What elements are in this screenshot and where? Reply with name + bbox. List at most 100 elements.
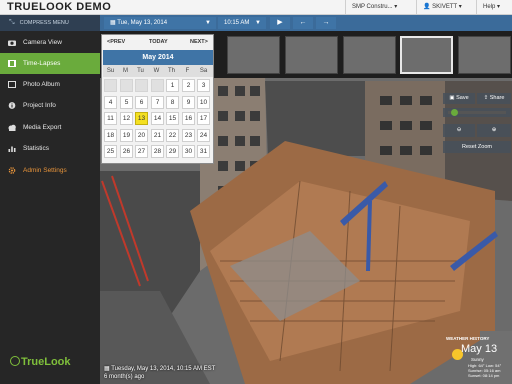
calendar-day[interactable]: 7 — [151, 96, 164, 109]
next-month-button[interactable]: NEXT> — [190, 39, 208, 45]
calendar-day[interactable]: 15 — [166, 112, 179, 125]
thumbnail[interactable] — [343, 36, 396, 74]
zoom-slider[interactable] — [443, 108, 511, 117]
calendar-nav: <PREV TODAY NEXT> — [102, 35, 213, 48]
time-value: 10:15 AM — [224, 20, 250, 26]
zoom-in-button[interactable]: ⊕ — [477, 124, 511, 137]
calendar-empty-cell — [135, 79, 148, 92]
app-title: TRUELOOK DEMO — [7, 1, 112, 13]
cloud-icon — [8, 124, 16, 131]
calendar-day[interactable]: 26 — [120, 145, 133, 158]
date-picker-popup: <PREV TODAY NEXT> May 2014 Su M Tu W Th … — [101, 34, 214, 164]
camera-icon — [8, 40, 16, 46]
today-button[interactable]: TODAY — [149, 39, 168, 45]
calendar-day[interactable]: 9 — [182, 96, 195, 109]
weather-condition: Sunny — [471, 357, 484, 362]
calendar-day[interactable]: 6 — [135, 96, 148, 109]
save-button[interactable]: ▣ Save — [443, 93, 475, 104]
calendar-day[interactable]: 8 — [166, 96, 179, 109]
calendar-day[interactable]: 21 — [151, 129, 164, 142]
calendar-icon: ▦ — [104, 366, 110, 372]
user-icon: 👤 — [423, 4, 431, 10]
prev-month-button[interactable]: <PREV — [107, 39, 125, 45]
info-icon — [8, 102, 16, 109]
calendar-day[interactable]: 10 — [197, 96, 210, 109]
previous-image-button[interactable]: ← — [293, 17, 313, 29]
arrow-right-icon: → — [322, 19, 330, 26]
calendar-day[interactable]: 17 — [197, 112, 210, 125]
weekday-label: F — [185, 68, 190, 74]
calendar-day[interactable]: 29 — [166, 145, 179, 158]
timestamp-line: ▦ Tuesday, May 13, 2014, 10:15 AM EST — [104, 366, 215, 374]
user-dropdown[interactable]: 👤 SKIVETT ▾ — [416, 0, 476, 15]
zoom-out-button[interactable]: ⊖ — [443, 124, 475, 137]
calendar-day[interactable]: 16 — [182, 112, 195, 125]
share-button[interactable]: ⇪ Share — [477, 93, 511, 104]
play-button[interactable]: ▶ — [270, 17, 290, 29]
weather-date: May 13 — [461, 343, 498, 355]
sidebar-item-label: Media Export — [23, 124, 62, 131]
calendar-day[interactable]: 1 — [166, 79, 179, 92]
sidebar-item-label: Statistics — [23, 145, 50, 152]
calendar-day[interactable]: 5 — [120, 96, 133, 109]
weekday-label: Th — [167, 68, 175, 74]
calendar-day-selected[interactable]: 13 — [135, 112, 148, 125]
calendar-day[interactable]: 28 — [151, 145, 164, 158]
sidebar-item-label: Admin Settings — [23, 167, 67, 174]
calendar-day[interactable]: 23 — [182, 129, 195, 142]
zoom-out-icon: ⊖ — [456, 127, 462, 133]
time-select[interactable]: 10:15 AM ▼ — [218, 17, 266, 29]
calendar-day[interactable]: 30 — [182, 145, 195, 158]
sidebar-item-admin-settings[interactable]: Admin Settings — [0, 160, 100, 181]
calendar-day[interactable]: 14 — [151, 112, 164, 125]
sidebar-item-label: Project Info — [23, 102, 56, 109]
top-right-menu: SMP Constru... ▾ 👤 SKIVETT ▾ Help ▾ — [345, 0, 512, 15]
calendar-month-title: May 2014 — [103, 50, 213, 65]
chevron-down-icon: ▾ — [394, 4, 398, 10]
calendar-day[interactable]: 27 — [135, 145, 148, 158]
calendar-day[interactable]: 19 — [120, 129, 133, 142]
calendar-day[interactable]: 4 — [104, 96, 117, 109]
calendar-day[interactable]: 3 — [197, 79, 210, 92]
thumbnail[interactable] — [285, 36, 338, 74]
date-select[interactable]: ▦ Tue, May 13, 2014 ▼ — [104, 17, 216, 29]
reset-zoom-button[interactable]: Reset Zoom — [443, 141, 511, 153]
sidebar-item-statistics[interactable]: Statistics — [0, 138, 100, 159]
chevron-down-icon: ▾ — [497, 4, 501, 10]
zoom-in-icon: ⊕ — [491, 127, 497, 133]
calendar-day[interactable]: 20 — [135, 129, 148, 142]
sidebar-item-project-info[interactable]: Project Info — [0, 95, 100, 116]
weekday-label: M — [123, 68, 128, 74]
sidebar-item-media-export[interactable]: Media Export — [0, 117, 100, 138]
calendar-day[interactable]: 22 — [166, 129, 179, 142]
chevron-down-icon: ▾ — [458, 4, 462, 10]
collapse-icon: ⤡ — [9, 19, 15, 26]
calendar-day[interactable]: 31 — [197, 145, 210, 158]
project-dropdown[interactable]: SMP Constru... ▾ — [345, 0, 416, 15]
zoom-slider-handle[interactable] — [451, 109, 458, 116]
calendar-day[interactable]: 12 — [120, 112, 133, 125]
toolbar: ⤡ COMPRESS MENU ▦ Tue, May 13, 2014 ▼ 10:1… — [0, 15, 512, 31]
logo-mark-icon — [10, 356, 20, 366]
thumbnail[interactable] — [227, 36, 280, 74]
help-dropdown[interactable]: Help ▾ — [476, 0, 512, 15]
date-value: Tue, May 13, 2014 — [117, 20, 168, 26]
calendar-day[interactable]: 24 — [197, 129, 210, 142]
thumbnail[interactable] — [458, 36, 511, 74]
calendar-day[interactable]: 18 — [104, 129, 117, 142]
reset-zoom-label: Reset Zoom — [462, 144, 492, 150]
compress-menu-button[interactable]: ⤡ COMPRESS MENU — [0, 15, 100, 31]
compress-menu-label: COMPRESS MENU — [19, 20, 69, 26]
calendar-day[interactable]: 11 — [104, 112, 117, 125]
thumbnail-selected[interactable] — [400, 36, 453, 74]
sidebar-item-camera-view[interactable]: Camera View — [0, 32, 100, 53]
next-image-button[interactable]: → — [316, 17, 336, 29]
calendar-day[interactable]: 25 — [104, 145, 117, 158]
help-label: Help — [483, 4, 496, 10]
save-icon: ▣ — [449, 95, 455, 101]
sidebar-item-label: Photo Album — [23, 81, 60, 88]
top-bar: TRUELOOK DEMO SMP Constru... ▾ 👤 SKIVETT… — [0, 0, 512, 15]
calendar-day[interactable]: 2 — [182, 79, 195, 92]
sidebar-item-photo-album[interactable]: Photo Album — [0, 74, 100, 95]
sidebar-item-time-lapses[interactable]: Time-Lapses — [0, 53, 100, 74]
